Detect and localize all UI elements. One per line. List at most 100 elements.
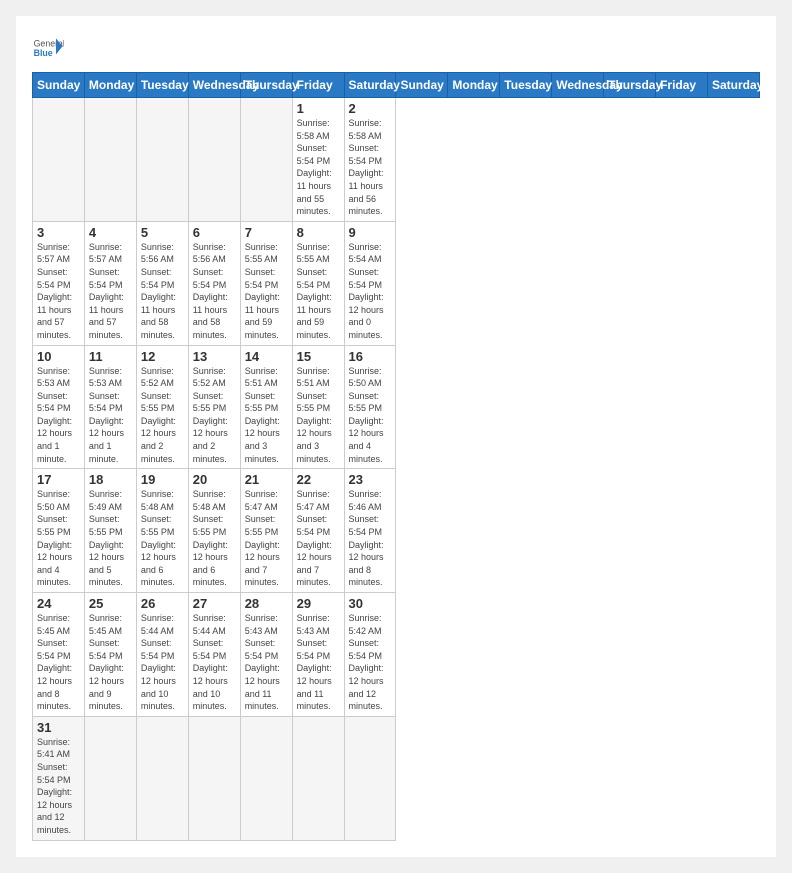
day-number: 23 bbox=[349, 472, 392, 487]
calendar-day-cell: 17Sunrise: 5:50 AM Sunset: 5:55 PM Dayli… bbox=[33, 469, 85, 593]
day-number: 21 bbox=[245, 472, 288, 487]
calendar-page: General Blue SundayMondayTuesdayWednesda… bbox=[16, 16, 776, 857]
calendar-day-cell: 31Sunrise: 5:41 AM Sunset: 5:54 PM Dayli… bbox=[33, 716, 85, 840]
calendar-day-cell: 25Sunrise: 5:45 AM Sunset: 5:54 PM Dayli… bbox=[84, 593, 136, 717]
day-number: 11 bbox=[89, 349, 132, 364]
day-number: 17 bbox=[37, 472, 80, 487]
day-info: Sunrise: 5:41 AM Sunset: 5:54 PM Dayligh… bbox=[37, 736, 80, 837]
day-info: Sunrise: 5:52 AM Sunset: 5:55 PM Dayligh… bbox=[141, 365, 184, 466]
day-number: 2 bbox=[349, 101, 392, 116]
calendar-day-cell: 3Sunrise: 5:57 AM Sunset: 5:54 PM Daylig… bbox=[33, 221, 85, 345]
calendar-day-cell bbox=[240, 98, 292, 222]
calendar-day-cell bbox=[188, 98, 240, 222]
day-info: Sunrise: 5:47 AM Sunset: 5:55 PM Dayligh… bbox=[245, 488, 288, 589]
calendar-week-row: 17Sunrise: 5:50 AM Sunset: 5:55 PM Dayli… bbox=[33, 469, 760, 593]
day-number: 4 bbox=[89, 225, 132, 240]
day-of-week-header: Sunday bbox=[33, 73, 85, 98]
day-number: 8 bbox=[297, 225, 340, 240]
day-of-week-header: Saturday bbox=[344, 73, 396, 98]
day-info: Sunrise: 5:53 AM Sunset: 5:54 PM Dayligh… bbox=[37, 365, 80, 466]
day-info: Sunrise: 5:47 AM Sunset: 5:54 PM Dayligh… bbox=[297, 488, 340, 589]
day-number: 16 bbox=[349, 349, 392, 364]
day-number: 6 bbox=[193, 225, 236, 240]
weekday-header: Friday bbox=[656, 73, 708, 98]
day-number: 15 bbox=[297, 349, 340, 364]
calendar-day-cell bbox=[344, 716, 396, 840]
day-number: 28 bbox=[245, 596, 288, 611]
day-number: 27 bbox=[193, 596, 236, 611]
day-info: Sunrise: 5:53 AM Sunset: 5:54 PM Dayligh… bbox=[89, 365, 132, 466]
day-number: 26 bbox=[141, 596, 184, 611]
day-number: 20 bbox=[193, 472, 236, 487]
calendar-day-cell: 20Sunrise: 5:48 AM Sunset: 5:55 PM Dayli… bbox=[188, 469, 240, 593]
calendar-day-cell: 18Sunrise: 5:49 AM Sunset: 5:55 PM Dayli… bbox=[84, 469, 136, 593]
calendar-week-row: 3Sunrise: 5:57 AM Sunset: 5:54 PM Daylig… bbox=[33, 221, 760, 345]
day-number: 5 bbox=[141, 225, 184, 240]
calendar-day-cell bbox=[136, 98, 188, 222]
calendar-day-cell: 23Sunrise: 5:46 AM Sunset: 5:54 PM Dayli… bbox=[344, 469, 396, 593]
calendar-day-cell bbox=[136, 716, 188, 840]
calendar-day-cell: 21Sunrise: 5:47 AM Sunset: 5:55 PM Dayli… bbox=[240, 469, 292, 593]
calendar-day-cell: 19Sunrise: 5:48 AM Sunset: 5:55 PM Dayli… bbox=[136, 469, 188, 593]
calendar-day-cell: 24Sunrise: 5:45 AM Sunset: 5:54 PM Dayli… bbox=[33, 593, 85, 717]
day-info: Sunrise: 5:46 AM Sunset: 5:54 PM Dayligh… bbox=[349, 488, 392, 589]
calendar-day-cell: 11Sunrise: 5:53 AM Sunset: 5:54 PM Dayli… bbox=[84, 345, 136, 469]
calendar-day-cell bbox=[33, 98, 85, 222]
day-number: 31 bbox=[37, 720, 80, 735]
calendar-header-row: SundayMondayTuesdayWednesdayThursdayFrid… bbox=[33, 73, 760, 98]
day-info: Sunrise: 5:58 AM Sunset: 5:54 PM Dayligh… bbox=[297, 117, 340, 218]
day-info: Sunrise: 5:56 AM Sunset: 5:54 PM Dayligh… bbox=[193, 241, 236, 342]
day-info: Sunrise: 5:51 AM Sunset: 5:55 PM Dayligh… bbox=[245, 365, 288, 466]
weekday-header: Tuesday bbox=[500, 73, 552, 98]
day-info: Sunrise: 5:52 AM Sunset: 5:55 PM Dayligh… bbox=[193, 365, 236, 466]
day-number: 7 bbox=[245, 225, 288, 240]
day-info: Sunrise: 5:44 AM Sunset: 5:54 PM Dayligh… bbox=[141, 612, 184, 713]
logo: General Blue bbox=[32, 32, 64, 64]
day-number: 12 bbox=[141, 349, 184, 364]
day-of-week-header: Thursday bbox=[240, 73, 292, 98]
day-number: 10 bbox=[37, 349, 80, 364]
day-of-week-header: Wednesday bbox=[188, 73, 240, 98]
calendar-day-cell bbox=[84, 716, 136, 840]
day-info: Sunrise: 5:50 AM Sunset: 5:55 PM Dayligh… bbox=[37, 488, 80, 589]
day-info: Sunrise: 5:57 AM Sunset: 5:54 PM Dayligh… bbox=[89, 241, 132, 342]
calendar-day-cell bbox=[292, 716, 344, 840]
weekday-header: Sunday bbox=[396, 73, 448, 98]
day-info: Sunrise: 5:54 AM Sunset: 5:54 PM Dayligh… bbox=[349, 241, 392, 342]
calendar-day-cell: 28Sunrise: 5:43 AM Sunset: 5:54 PM Dayli… bbox=[240, 593, 292, 717]
day-info: Sunrise: 5:48 AM Sunset: 5:55 PM Dayligh… bbox=[141, 488, 184, 589]
day-of-week-header: Tuesday bbox=[136, 73, 188, 98]
day-info: Sunrise: 5:55 AM Sunset: 5:54 PM Dayligh… bbox=[245, 241, 288, 342]
day-of-week-header: Monday bbox=[84, 73, 136, 98]
day-info: Sunrise: 5:45 AM Sunset: 5:54 PM Dayligh… bbox=[37, 612, 80, 713]
calendar-day-cell: 16Sunrise: 5:50 AM Sunset: 5:55 PM Dayli… bbox=[344, 345, 396, 469]
calendar-day-cell: 8Sunrise: 5:55 AM Sunset: 5:54 PM Daylig… bbox=[292, 221, 344, 345]
calendar-day-cell: 26Sunrise: 5:44 AM Sunset: 5:54 PM Dayli… bbox=[136, 593, 188, 717]
day-info: Sunrise: 5:48 AM Sunset: 5:55 PM Dayligh… bbox=[193, 488, 236, 589]
calendar-week-row: 1Sunrise: 5:58 AM Sunset: 5:54 PM Daylig… bbox=[33, 98, 760, 222]
calendar-day-cell: 15Sunrise: 5:51 AM Sunset: 5:55 PM Dayli… bbox=[292, 345, 344, 469]
calendar-day-cell bbox=[240, 716, 292, 840]
calendar-day-cell: 13Sunrise: 5:52 AM Sunset: 5:55 PM Dayli… bbox=[188, 345, 240, 469]
day-info: Sunrise: 5:57 AM Sunset: 5:54 PM Dayligh… bbox=[37, 241, 80, 342]
calendar-week-row: 24Sunrise: 5:45 AM Sunset: 5:54 PM Dayli… bbox=[33, 593, 760, 717]
weekday-header: Wednesday bbox=[552, 73, 604, 98]
day-info: Sunrise: 5:51 AM Sunset: 5:55 PM Dayligh… bbox=[297, 365, 340, 466]
day-number: 14 bbox=[245, 349, 288, 364]
calendar-day-cell: 9Sunrise: 5:54 AM Sunset: 5:54 PM Daylig… bbox=[344, 221, 396, 345]
calendar-day-cell: 1Sunrise: 5:58 AM Sunset: 5:54 PM Daylig… bbox=[292, 98, 344, 222]
day-info: Sunrise: 5:44 AM Sunset: 5:54 PM Dayligh… bbox=[193, 612, 236, 713]
calendar-week-row: 31Sunrise: 5:41 AM Sunset: 5:54 PM Dayli… bbox=[33, 716, 760, 840]
calendar-day-cell: 5Sunrise: 5:56 AM Sunset: 5:54 PM Daylig… bbox=[136, 221, 188, 345]
svg-text:Blue: Blue bbox=[34, 48, 53, 58]
calendar-day-cell: 12Sunrise: 5:52 AM Sunset: 5:55 PM Dayli… bbox=[136, 345, 188, 469]
day-info: Sunrise: 5:42 AM Sunset: 5:54 PM Dayligh… bbox=[349, 612, 392, 713]
calendar-day-cell: 30Sunrise: 5:42 AM Sunset: 5:54 PM Dayli… bbox=[344, 593, 396, 717]
day-number: 3 bbox=[37, 225, 80, 240]
calendar-day-cell: 2Sunrise: 5:58 AM Sunset: 5:54 PM Daylig… bbox=[344, 98, 396, 222]
day-number: 25 bbox=[89, 596, 132, 611]
weekday-header: Thursday bbox=[604, 73, 656, 98]
day-number: 13 bbox=[193, 349, 236, 364]
calendar-day-cell: 7Sunrise: 5:55 AM Sunset: 5:54 PM Daylig… bbox=[240, 221, 292, 345]
calendar-day-cell: 27Sunrise: 5:44 AM Sunset: 5:54 PM Dayli… bbox=[188, 593, 240, 717]
